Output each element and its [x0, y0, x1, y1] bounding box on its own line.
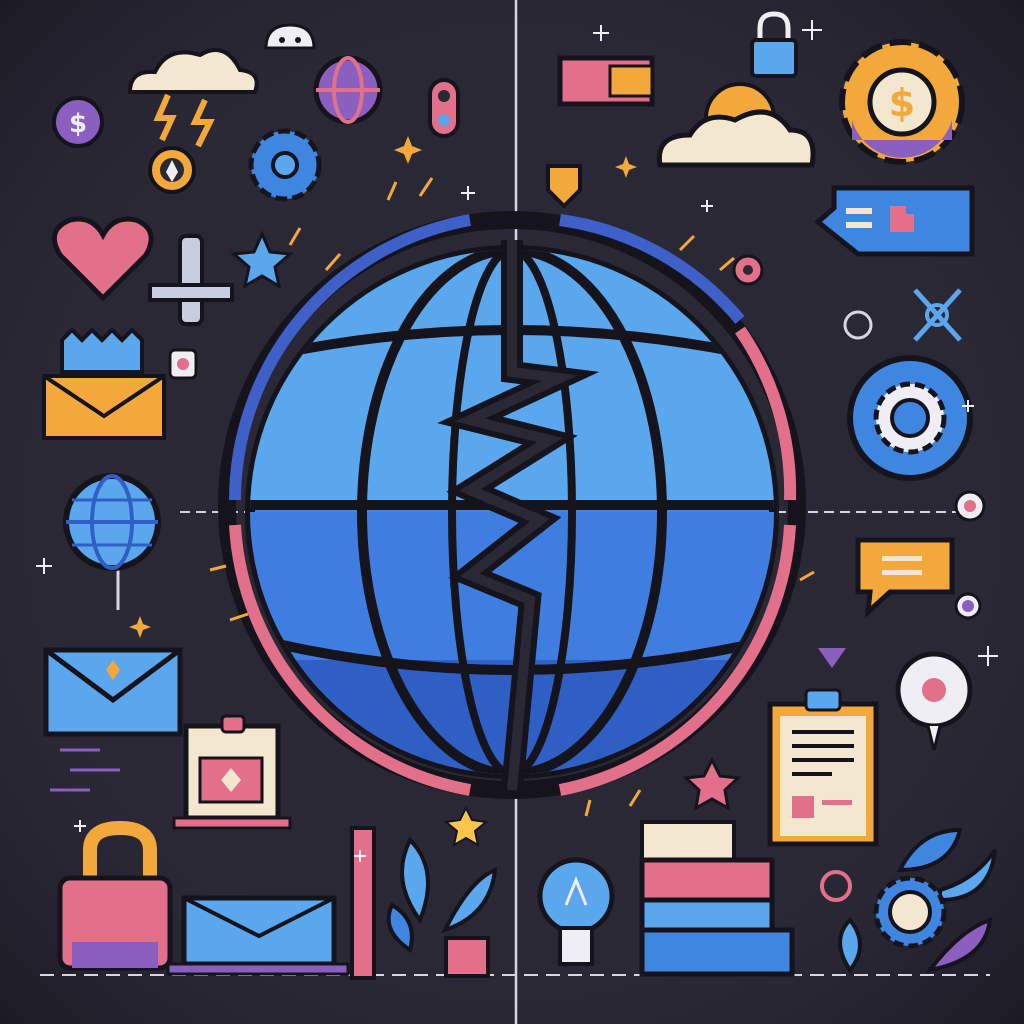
ghost-cloud-icon: [264, 23, 316, 50]
purple-dot-icon: [954, 592, 982, 620]
envelope-icon: [43, 647, 183, 737]
split-globe-icon: [218, 211, 806, 799]
laptop-mail-icon: [166, 895, 350, 976]
dollar-coin-icon: $: [52, 96, 104, 148]
location-pin-icon: [148, 146, 196, 194]
pencil-icon: [350, 826, 376, 980]
traffic-light-icon: [428, 78, 460, 138]
pink-badge-icon: [168, 348, 198, 380]
pink-dot-icon: [954, 490, 986, 522]
gear-badge-icon: [847, 355, 973, 481]
wallet-icon: [557, 55, 655, 107]
gear-icon: [248, 128, 322, 202]
svg-text:$: $: [889, 81, 915, 125]
clipboard-icon: [767, 688, 879, 847]
dollar-gear-icon: $: [839, 39, 965, 165]
id-badge-icon: [172, 714, 292, 830]
globe-ball-icon: [313, 55, 383, 125]
svg-text:$: $: [69, 109, 87, 139]
illustration-canvas: $ $: [0, 0, 1024, 1024]
target-icon: [732, 254, 764, 286]
